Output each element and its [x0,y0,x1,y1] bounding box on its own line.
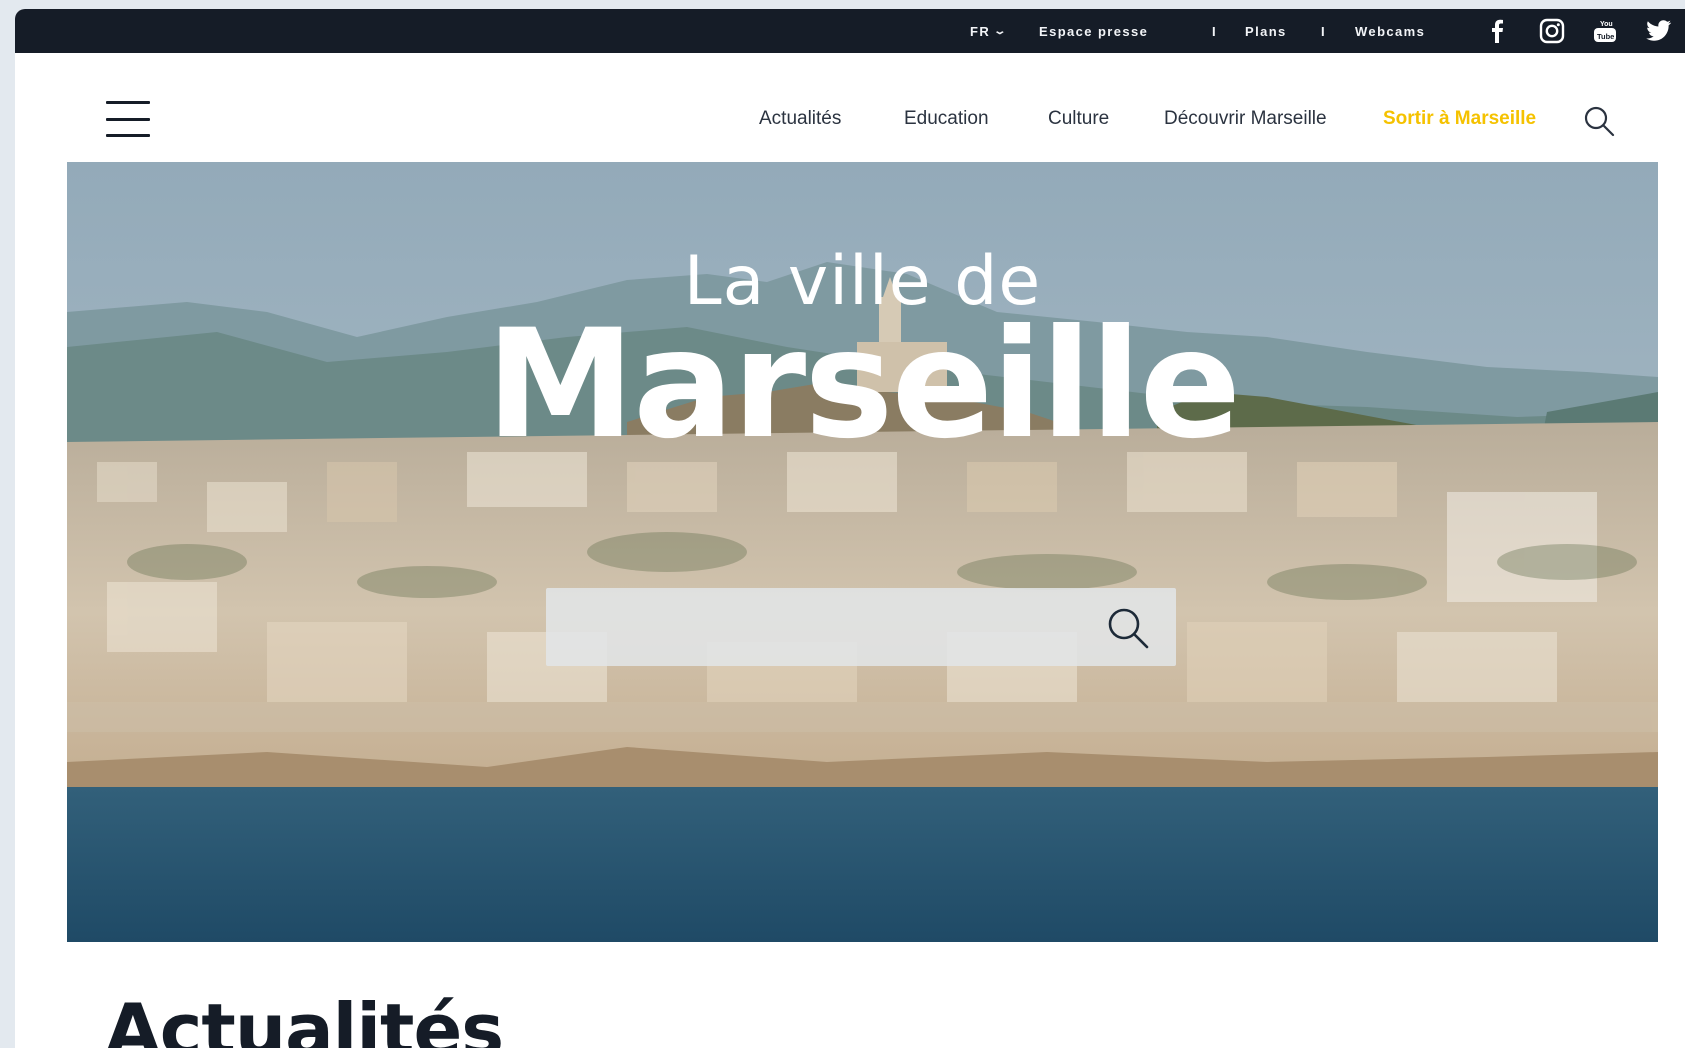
nav-item-culture[interactable]: Culture [1048,108,1109,130]
nav-item-actualites[interactable]: Actualités [759,108,841,130]
nav-item-education[interactable]: Education [904,108,989,130]
chevron-down-icon: ⌄ [993,25,1009,37]
main-nav: Actualités Education Culture Découvrir M… [15,53,1685,171]
hero-banner: La ville de Marseille [67,162,1658,942]
instagram-icon[interactable] [1535,9,1569,53]
menu-icon[interactable] [106,101,150,137]
nav-item-decouvrir[interactable]: Découvrir Marseille [1164,108,1327,130]
section-title: Actualités [105,988,504,1048]
twitter-icon[interactable] [1642,9,1676,53]
page: FR ⌄ Espace presse I Plans I Webcams You… [15,9,1685,1048]
language-label: FR [970,23,991,39]
hero-search-input[interactable] [546,588,1086,666]
language-selector[interactable]: FR ⌄ [970,9,1009,53]
hero-search-bar [546,588,1176,666]
plans-link[interactable]: Plans [1245,9,1287,53]
nav-item-sortir[interactable]: Sortir à Marseille [1383,108,1536,130]
svg-text:You: You [1600,21,1613,28]
press-link[interactable]: Espace presse [1039,9,1148,53]
search-icon[interactable] [1583,105,1615,137]
search-icon[interactable] [1106,606,1150,650]
youtube-icon[interactable]: You Tube [1588,9,1622,53]
hero-title-line2: Marseille [485,298,1241,472]
webcams-link[interactable]: Webcams [1355,9,1425,53]
separator: I [1212,23,1218,39]
facebook-icon[interactable] [1480,9,1514,53]
utility-bar: FR ⌄ Espace presse I Plans I Webcams You… [15,9,1685,53]
svg-text:Tube: Tube [1597,32,1614,41]
separator: I [1321,23,1327,39]
